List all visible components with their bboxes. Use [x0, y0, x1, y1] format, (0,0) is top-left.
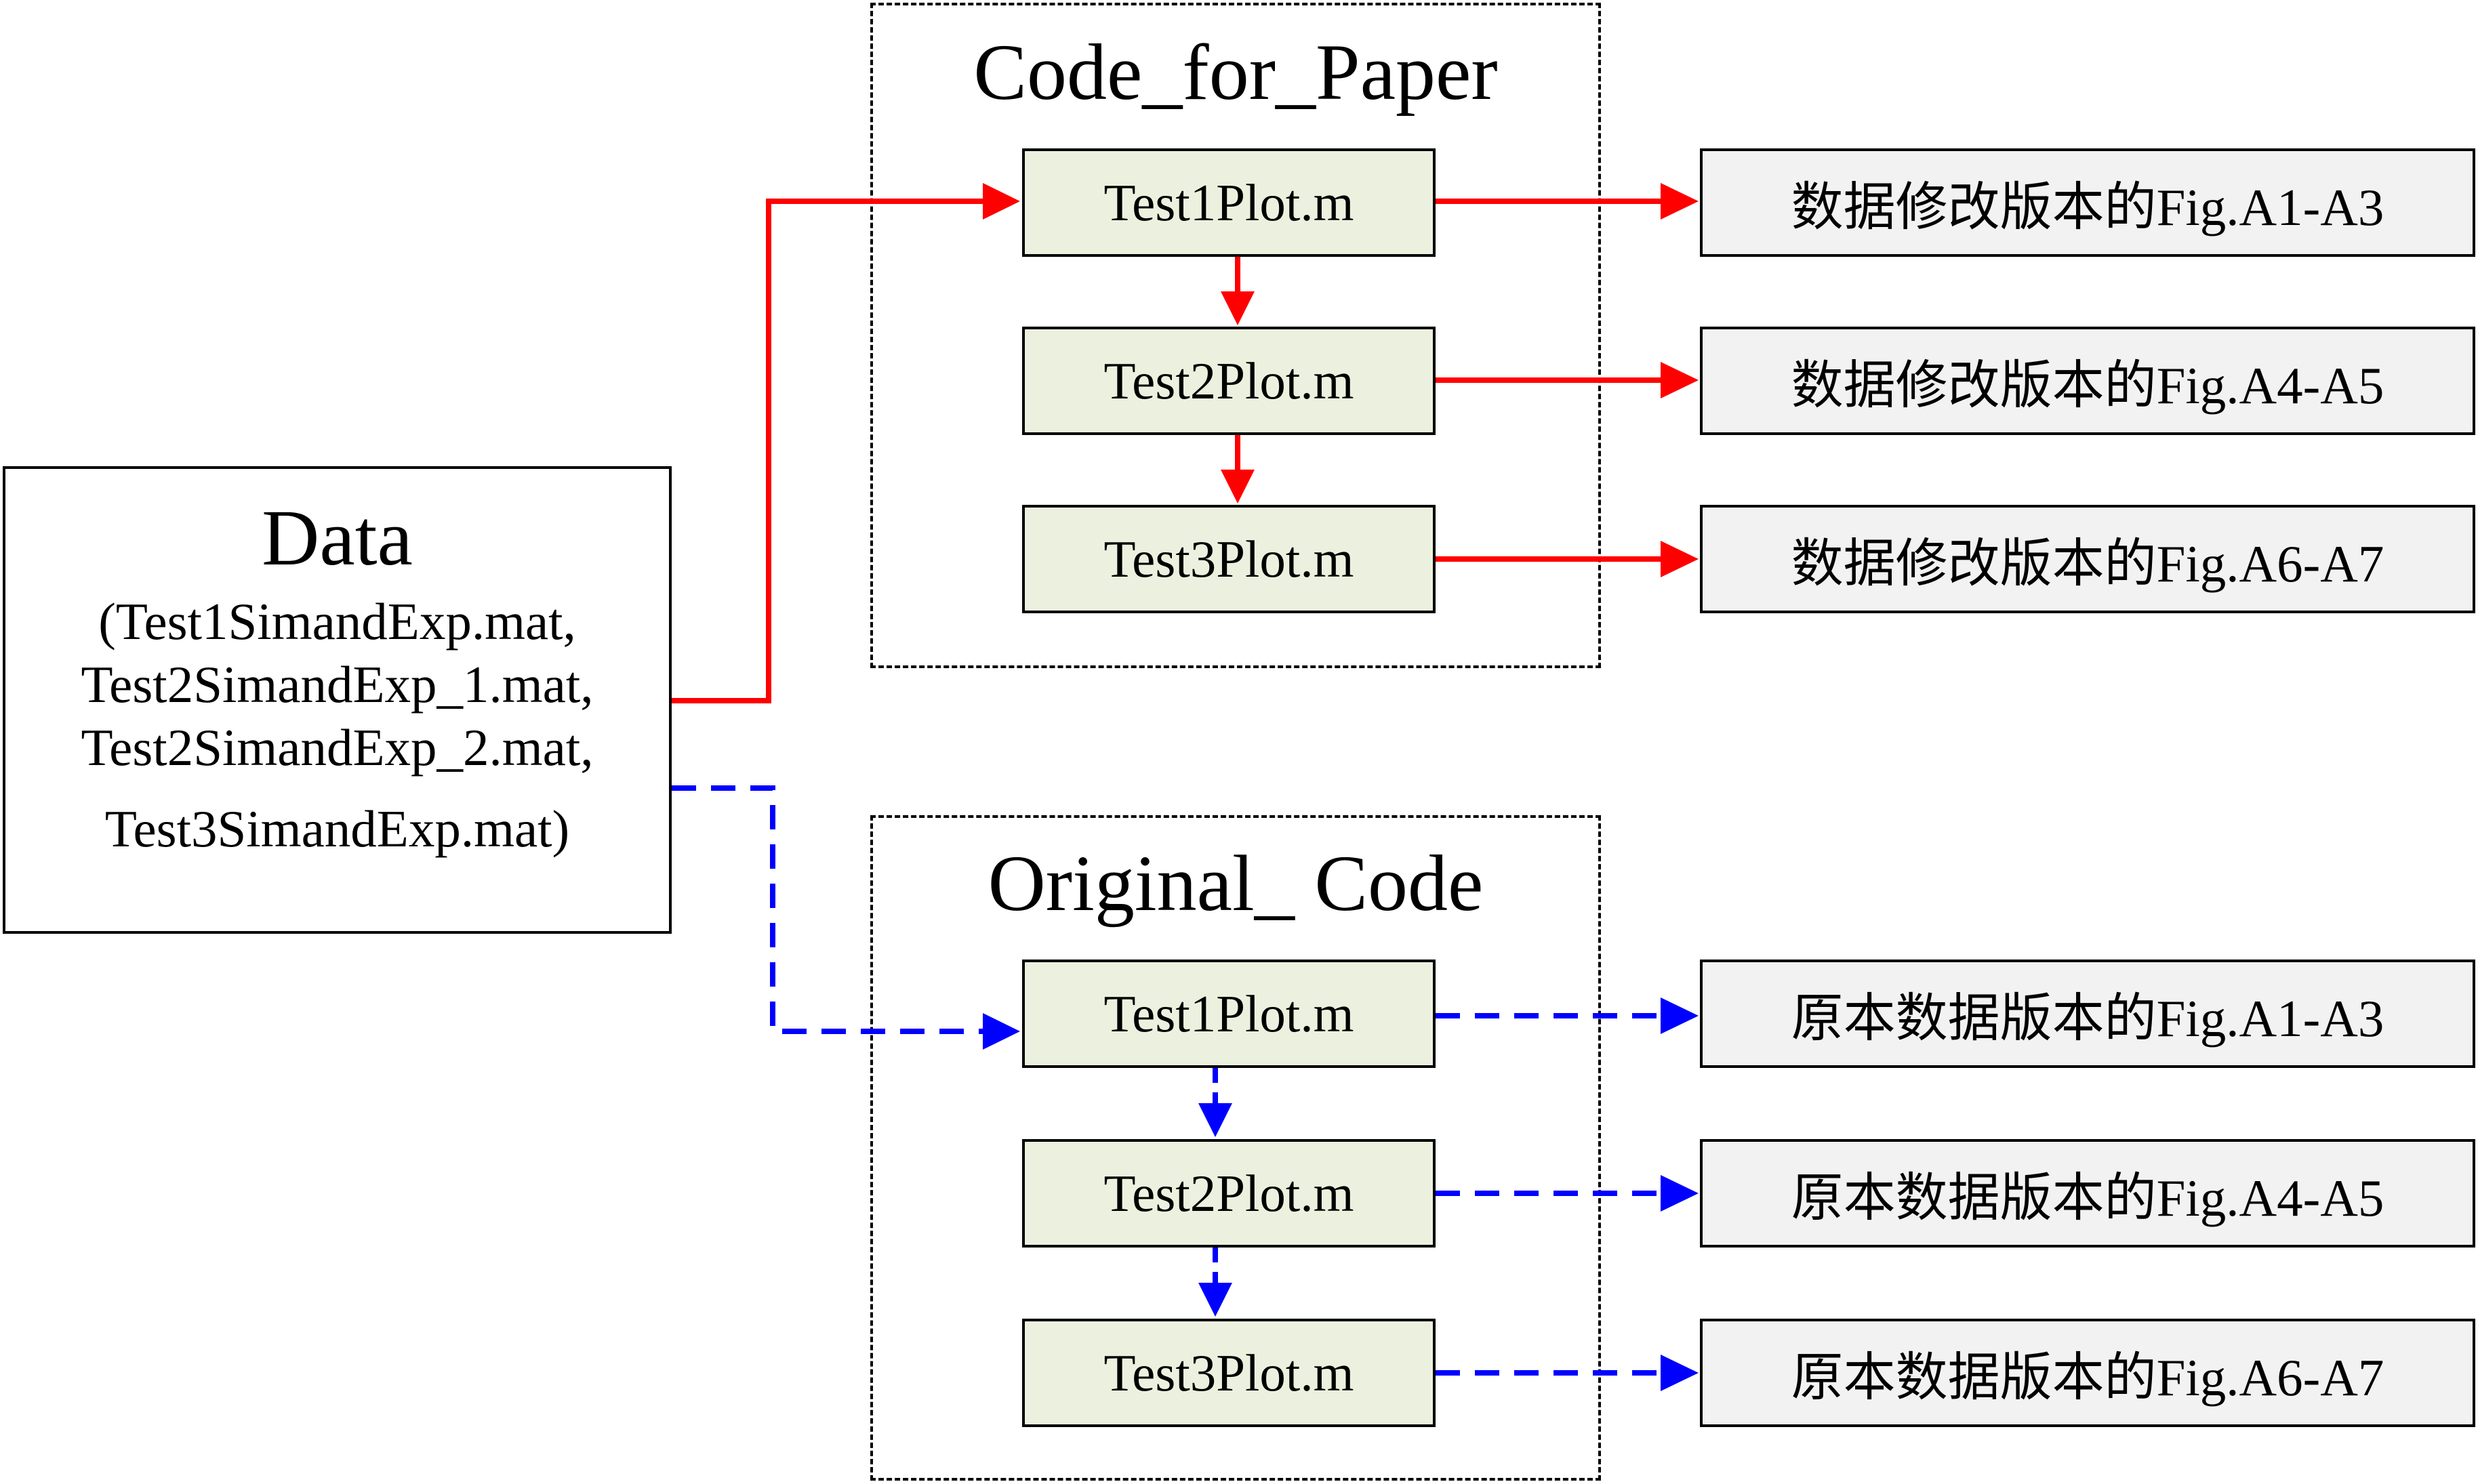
arrowhead: [1221, 291, 1255, 325]
arrowhead: [1661, 997, 1699, 1034]
arrowhead: [1661, 1175, 1699, 1212]
arrowhead: [983, 183, 1020, 220]
arrowhead: [1661, 541, 1699, 577]
original-data-connector: [672, 785, 983, 1034]
arrowhead: [1661, 183, 1699, 220]
paper-data-connector: [672, 199, 983, 703]
arrowhead: [1198, 1103, 1232, 1137]
arrowhead: [1198, 1283, 1232, 1317]
arrowhead: [1661, 362, 1699, 398]
arrowhead: [1661, 1355, 1699, 1391]
arrowhead: [983, 1013, 1020, 1050]
arrowhead: [1221, 470, 1255, 503]
flow-diagram: Code_for_Paper Original_ Code Data (Test…: [0, 0, 2478, 1484]
connector-layer: [672, 183, 1699, 1391]
